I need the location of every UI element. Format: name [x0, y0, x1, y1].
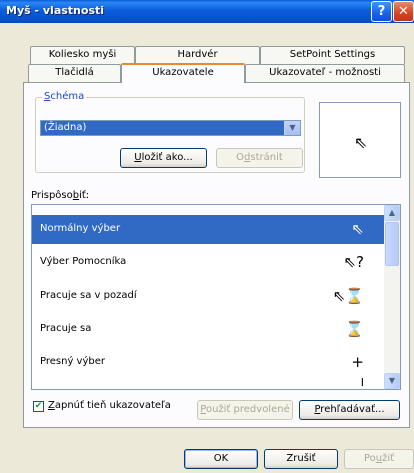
scroll-down-icon[interactable]: ▼ [384, 373, 400, 389]
schema-combobox[interactable]: (Žiadna) ▼ [40, 120, 301, 136]
window-title: Myš - vlastnosti [6, 4, 105, 17]
help-cursor-icon: ⇖? [343, 253, 364, 271]
list-item[interactable]: Normálny výber ⇖ [32, 215, 384, 244]
mouse-properties-window: Myš - vlastnosti ? ✕ Koliesko myši Hardv… [0, 0, 414, 473]
tab-ukazovatele[interactable]: Ukazovatele [121, 63, 245, 83]
cancel-button[interactable]: Zrušiť [264, 449, 338, 469]
shadow-checkbox-label: Zapnúť tieň ukazovateľa [48, 400, 171, 411]
text-cursor-icon: I [360, 376, 364, 389]
crosshair-cursor-icon: + [351, 353, 364, 371]
chevron-down-icon[interactable]: ▼ [284, 121, 300, 135]
help-button[interactable]: ? [371, 1, 392, 22]
close-button[interactable]: ✕ [393, 1, 414, 22]
list-item[interactable]: Pracuje sa v pozadí ⇖⌛ [32, 282, 384, 311]
scroll-up-icon[interactable]: ▲ [384, 205, 400, 221]
delete-scheme-button[interactable]: Odstránit [216, 148, 303, 168]
tab-ukazovatel-moznosti[interactable]: Ukazovateľ - možnosti [245, 64, 405, 82]
list-item[interactable]: Výber Pomocníka ⇖? [32, 248, 384, 277]
tab-tlacidla[interactable]: Tlačidlá [28, 64, 121, 82]
use-default-button[interactable]: Použiť predvolené [197, 400, 293, 420]
list-item[interactable]: I [32, 373, 384, 389]
cursor-list[interactable]: Normálny výber ⇖ Výber Pomocníka ⇖? Prac… [31, 204, 401, 390]
hourglass-cursor-icon: ⌛ [345, 320, 364, 338]
title-bar[interactable]: Myš - vlastnosti ? ✕ [0, 0, 414, 23]
list-item[interactable]: Pracuje sa ⌛ [32, 315, 384, 344]
schema-legend: Schéma [42, 91, 87, 102]
customize-label: Prispôsobiť: [31, 190, 90, 201]
save-as-button[interactable]: Uložiť ako... [120, 148, 207, 168]
browse-button[interactable]: Prehľadávať... [299, 400, 400, 420]
tab-setpoint-settings[interactable]: SetPoint Settings [260, 46, 405, 64]
tab-koliesko-mysi[interactable]: Koliesko myši [30, 46, 135, 64]
arrow-cursor-icon: ⇖ [351, 220, 364, 238]
scrollbar-thumb[interactable] [385, 222, 399, 266]
working-background-cursor-icon: ⇖⌛ [332, 287, 364, 305]
apply-button[interactable]: Použiť [344, 449, 414, 469]
list-scrollbar[interactable]: ▲ ▼ [384, 205, 400, 389]
tab-hardver[interactable]: Hardvér [135, 46, 260, 64]
shadow-checkbox[interactable]: ✔ [33, 401, 44, 412]
schema-selected-value: (Žiadna) [44, 122, 87, 133]
ok-button[interactable]: OK [184, 449, 258, 469]
arrow-cursor-icon: ⇖ [354, 133, 368, 152]
